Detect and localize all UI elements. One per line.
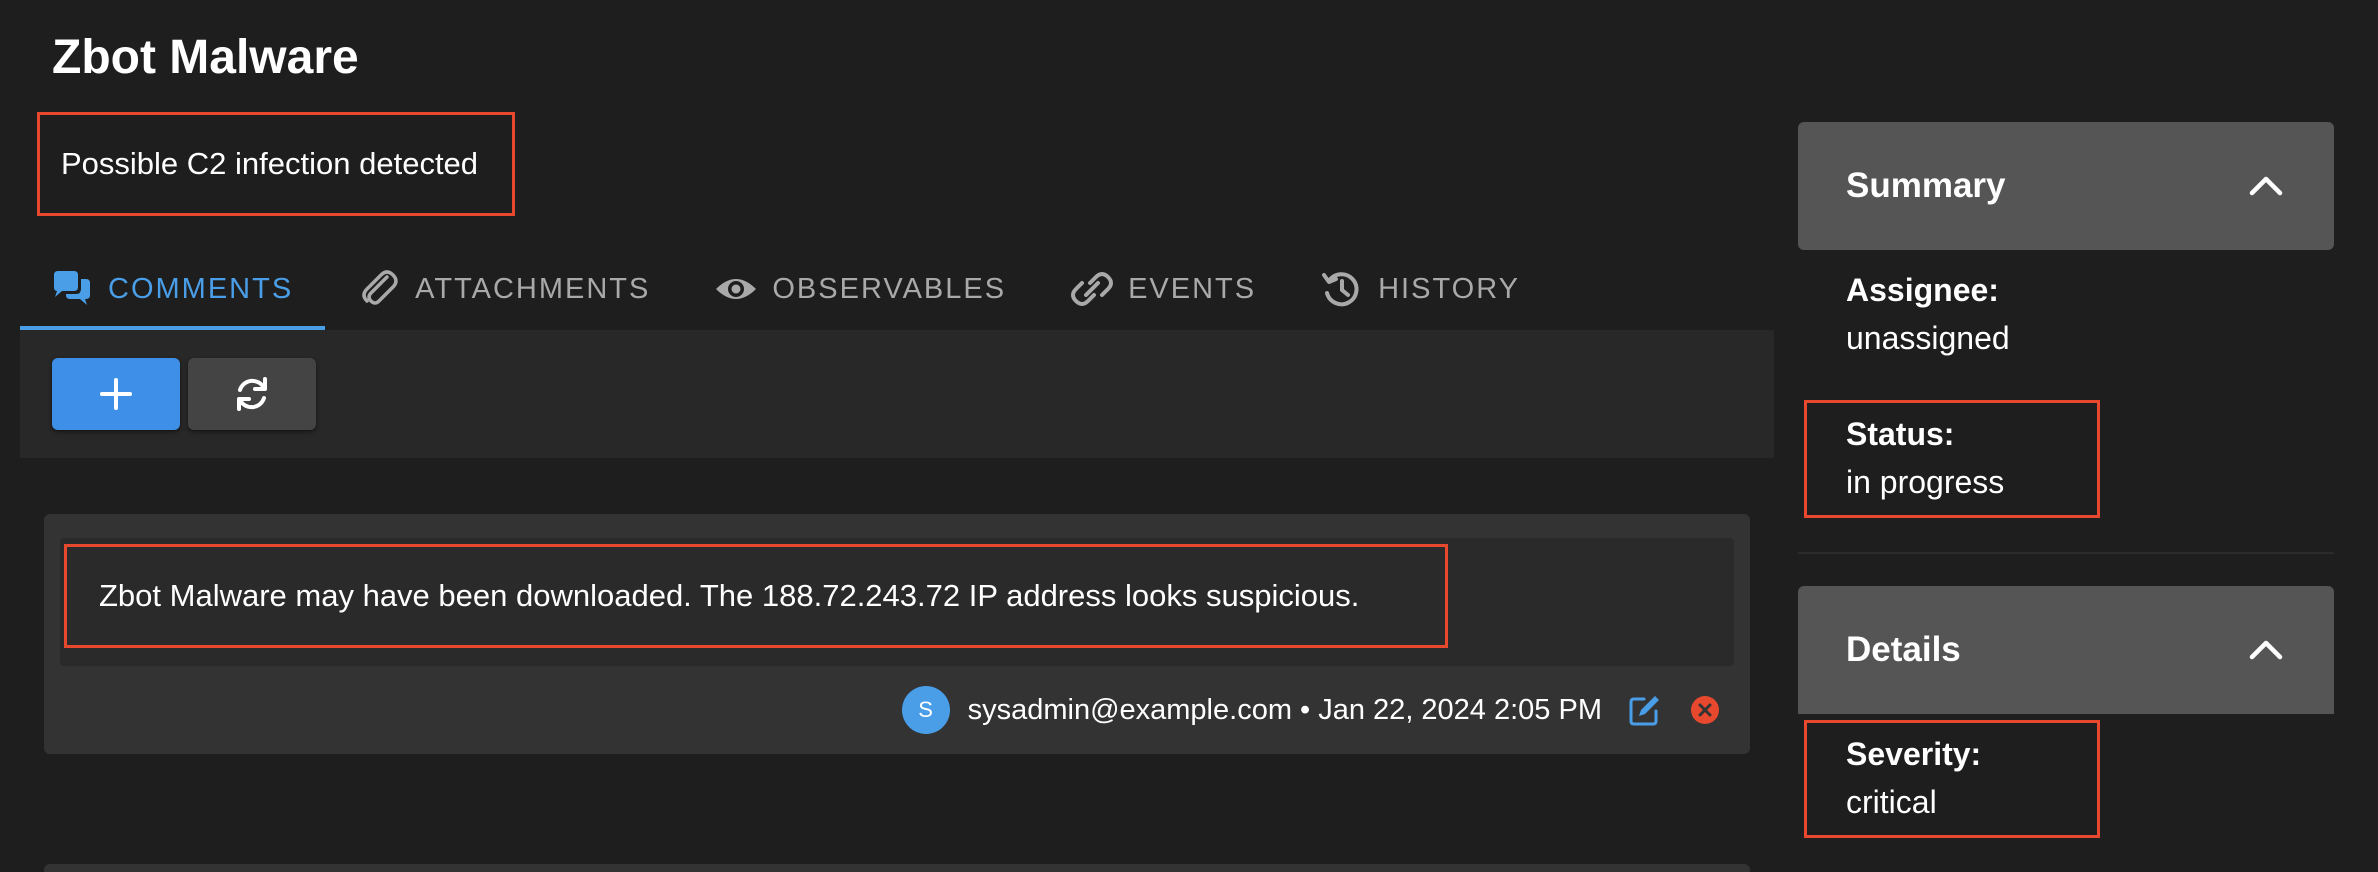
avatar: S: [901, 686, 950, 734]
tab-attachments-label: ATTACHMENTS: [415, 272, 651, 305]
comment-text-highlight: Zbot Malware may have been downloaded. T…: [64, 544, 1448, 648]
next-comment-card: [44, 864, 1750, 872]
comment-card: Zbot Malware may have been downloaded. T…: [44, 514, 1750, 754]
details-title: Details: [1846, 630, 1961, 669]
paperclip-icon: [362, 270, 398, 305]
details-header[interactable]: Details: [1798, 586, 2334, 714]
status-value: in progress: [1846, 464, 2005, 500]
case-title: Zbot Malware: [52, 31, 359, 84]
tab-history[interactable]: HISTORY: [1288, 248, 1552, 330]
chevron-up-icon[interactable]: [2246, 630, 2286, 670]
refresh-button[interactable]: [188, 358, 316, 430]
comment-meta: S sysadmin@example.com • Jan 22, 2024 2:…: [901, 686, 1722, 734]
tab-observables-label: OBSERVABLES: [772, 272, 1007, 305]
case-description-text: Possible C2 infection detected: [61, 146, 479, 181]
tab-history-label: HISTORY: [1378, 272, 1520, 305]
chevron-up-icon[interactable]: [2246, 166, 2286, 206]
delete-icon[interactable]: [1688, 693, 1722, 727]
tab-comments[interactable]: COMMENTS: [20, 248, 326, 330]
tab-observables[interactable]: OBSERVABLES: [682, 248, 1038, 330]
case-page: Zbot Malware Possible C2 infection detec…: [0, 0, 2378, 872]
tab-comments-label: COMMENTS: [108, 272, 294, 305]
comment-author-line: sysadmin@example.com • Jan 22, 2024 2:05…: [967, 693, 1602, 726]
summary-header[interactable]: Summary: [1798, 122, 2334, 250]
comments-toolbar: [20, 330, 1774, 458]
link-icon: [1071, 272, 1114, 306]
tab-events-label: EVENTS: [1128, 272, 1257, 305]
add-comment-button[interactable]: [52, 358, 180, 430]
plus-icon: [100, 378, 132, 410]
case-description: Possible C2 infection detected: [37, 112, 515, 216]
assignee-label: Assignee:: [1846, 272, 1999, 308]
comments-icon: [54, 271, 90, 305]
eye-icon: [716, 279, 757, 299]
severity-value: critical: [1846, 784, 1937, 820]
severity-label: Severity:: [1846, 736, 1982, 772]
comment-text: Zbot Malware may have been downloaded. T…: [99, 578, 1360, 613]
refresh-icon: [237, 377, 267, 411]
history-icon: [1322, 272, 1359, 307]
edit-icon[interactable]: [1628, 693, 1662, 727]
tab-attachments[interactable]: ATTACHMENTS: [325, 248, 682, 330]
status-label: Status:: [1846, 416, 1955, 452]
comment-body: Zbot Malware may have been downloaded. T…: [60, 538, 1734, 666]
summary-title: Summary: [1846, 166, 2006, 205]
case-tabs: COMMENTS ATTACHMENTS OBSERVABLES EVENTS …: [20, 248, 1774, 330]
tab-events[interactable]: EVENTS: [1038, 248, 1288, 330]
assignee-value: unassigned: [1846, 320, 2010, 356]
